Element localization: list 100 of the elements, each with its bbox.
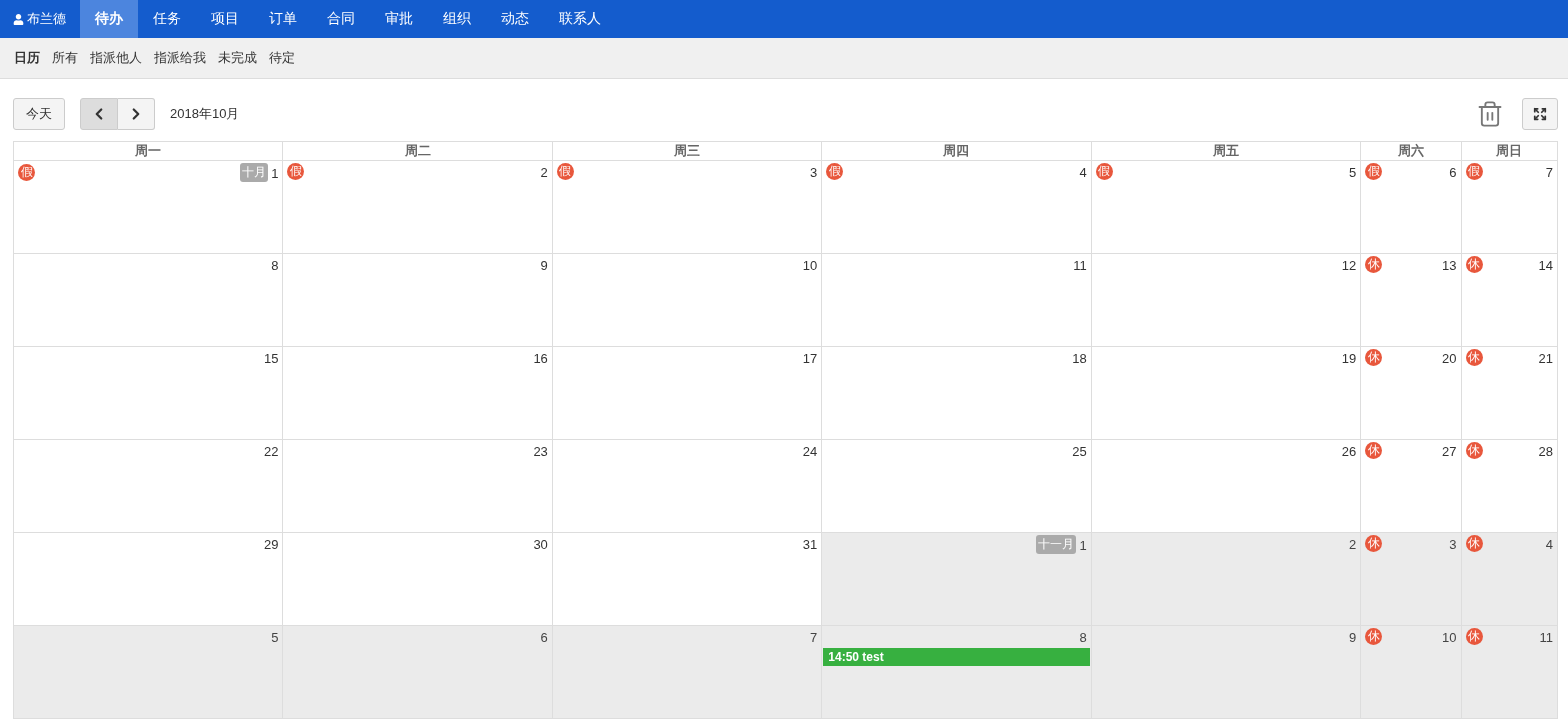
day-cell[interactable]: 12 (1091, 254, 1362, 347)
day-cell[interactable]: 6 (283, 626, 553, 719)
day-cell[interactable]: 假 2 (283, 161, 553, 254)
day-number: 28 (1538, 443, 1553, 459)
day-cell[interactable]: 休 4 (1461, 533, 1558, 626)
holiday-badge: 休 (1365, 442, 1383, 459)
holiday-badge: 休 (1465, 535, 1483, 552)
filter-tab[interactable]: 未完成 (218, 49, 257, 67)
day-number: 10 (802, 257, 818, 273)
day-number: 5 (271, 629, 279, 645)
day-cell[interactable]: 休 21 (1461, 347, 1558, 440)
day-number: 17 (802, 350, 818, 366)
day-number: 7 (810, 629, 818, 645)
day-number: 26 (1341, 443, 1357, 459)
month-title: 2018年10月 (170, 105, 241, 123)
next-button[interactable] (118, 98, 155, 130)
holiday-badge: 休 (1465, 628, 1483, 645)
nav-tab[interactable]: 合同 (312, 0, 370, 38)
day-number: 16 (533, 350, 548, 366)
day-cell[interactable]: 10 (552, 254, 823, 347)
nav-tab[interactable]: 待办 (80, 0, 138, 38)
nav-tab[interactable]: 组织 (428, 0, 486, 38)
day-number: 23 (533, 443, 548, 459)
day-cell[interactable]: 23 (283, 440, 553, 533)
day-number: 6 (1449, 164, 1457, 180)
day-number: 4 (1079, 164, 1087, 180)
day-cell[interactable]: 5 (14, 626, 284, 719)
holiday-badge: 休 (1465, 442, 1483, 459)
day-number: 11 (1073, 257, 1087, 273)
filter-tab[interactable]: 日历 (14, 49, 40, 67)
filter-tab[interactable]: 指派他人 (90, 49, 142, 67)
nav-tab[interactable]: 任务 (138, 0, 196, 38)
day-number: 9 (1348, 629, 1357, 645)
day-cell[interactable]: 十一月 1 (822, 533, 1092, 626)
day-number: 11 (1539, 629, 1553, 645)
day-cell[interactable]: 休 14 (1461, 254, 1558, 347)
day-cell[interactable]: 24 (552, 440, 823, 533)
day-cell[interactable]: 31 (552, 533, 823, 626)
nav-tab[interactable]: 项目 (196, 0, 254, 38)
holiday-badge: 假 (18, 164, 35, 181)
day-number: 4 (1545, 536, 1553, 552)
day-cell[interactable]: 7 (552, 626, 823, 719)
prev-button[interactable] (80, 98, 118, 130)
day-cell[interactable]: 16 (283, 347, 553, 440)
holiday-badge: 假 (1095, 163, 1113, 180)
day-number: 8 (271, 257, 279, 273)
day-number: 25 (1072, 443, 1087, 459)
day-number: 22 (263, 443, 279, 459)
day-cell[interactable]: 8 14:50 test (822, 626, 1092, 719)
day-cell[interactable]: 假 4 (822, 161, 1092, 254)
trash-icon[interactable] (1476, 100, 1504, 128)
day-cell[interactable]: 休 13 (1361, 254, 1462, 347)
today-button[interactable]: 今天 (13, 98, 65, 130)
holiday-badge: 休 (1365, 256, 1383, 273)
day-cell[interactable]: 11 (822, 254, 1092, 347)
day-cell[interactable]: 休 11 (1461, 626, 1558, 719)
day-cell[interactable]: 假 6 (1361, 161, 1462, 254)
day-cell[interactable]: 2 (1091, 533, 1362, 626)
day-cell[interactable]: 休 20 (1361, 347, 1462, 440)
day-cell[interactable]: 9 (1091, 626, 1362, 719)
day-cell[interactable]: 15 (14, 347, 284, 440)
nav-tab[interactable]: 审批 (370, 0, 428, 38)
day-number: 29 (263, 536, 279, 552)
filter-tab[interactable]: 所有 (52, 49, 78, 67)
nav-tab[interactable]: 订单 (254, 0, 312, 38)
day-cell[interactable]: 25 (822, 440, 1092, 533)
day-cell[interactable]: 26 (1091, 440, 1362, 533)
day-cell[interactable]: 休 10 (1361, 626, 1462, 719)
day-cell[interactable]: 9 (283, 254, 553, 347)
day-number: 5 (1348, 164, 1357, 180)
day-cell[interactable]: 休 27 (1361, 440, 1462, 533)
day-number: 9 (540, 257, 548, 273)
fullscreen-button[interactable] (1522, 98, 1558, 130)
day-number: 3 (810, 164, 818, 180)
day-cell[interactable]: 17 (552, 347, 823, 440)
nav-tab[interactable]: 联系人 (544, 0, 616, 38)
user-menu[interactable]: 布兰德 (4, 0, 80, 38)
day-cell[interactable]: 休 28 (1461, 440, 1558, 533)
day-cell[interactable]: 18 (822, 347, 1092, 440)
day-cell[interactable]: 假 十月 1 (14, 161, 284, 254)
holiday-badge: 假 (1365, 163, 1383, 180)
day-cell[interactable]: 22 (14, 440, 284, 533)
day-cell[interactable]: 假 5 (1091, 161, 1362, 254)
filter-tab[interactable]: 指派给我 (154, 49, 206, 67)
day-cell[interactable]: 8 (14, 254, 284, 347)
day-number: 20 (1442, 350, 1457, 366)
day-cell[interactable]: 假 7 (1461, 161, 1558, 254)
day-cell[interactable]: 休 3 (1361, 533, 1462, 626)
filter-tab[interactable]: 待定 (269, 49, 295, 67)
day-cell[interactable]: 30 (283, 533, 553, 626)
day-cell[interactable]: 假 3 (552, 161, 823, 254)
day-number: 31 (802, 536, 818, 552)
holiday-badge: 休 (1365, 535, 1383, 552)
holiday-badge: 休 (1465, 349, 1483, 366)
nav-tab[interactable]: 动态 (486, 0, 544, 38)
day-cell[interactable]: 19 (1091, 347, 1362, 440)
holiday-badge: 假 (826, 163, 844, 180)
day-number: 13 (1442, 257, 1457, 273)
day-cell[interactable]: 29 (14, 533, 284, 626)
day-number: 24 (802, 443, 818, 459)
